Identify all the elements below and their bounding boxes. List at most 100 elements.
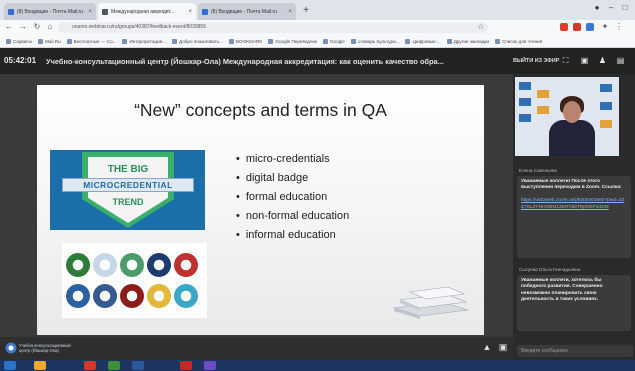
bookmark-icon	[494, 38, 500, 44]
bookmark-icon	[38, 38, 44, 44]
zoom-link[interactable]: https://us02web.zoom.us/j/8300401560?pwd…	[521, 198, 624, 209]
pdf-icon[interactable]	[180, 361, 192, 370]
bookmark-icon	[446, 38, 452, 44]
speaker-face	[563, 101, 581, 123]
bookmark-item[interactable]: Интерпретация...	[122, 38, 166, 44]
chat-message-text: Уважаемые коллеги! После этого выступлен…	[521, 179, 622, 191]
word-icon[interactable]	[132, 361, 144, 370]
logo-seal	[120, 253, 144, 277]
meeting-bottom-bar	[0, 337, 513, 360]
bullet-item: informal education	[236, 226, 349, 245]
close-icon[interactable]: ×	[288, 9, 292, 15]
tab-label: (8) Входящие - Почта Mail.ru	[17, 8, 83, 15]
bookmark-item[interactable]: Mail.Ru	[38, 38, 61, 44]
bullet-item: formal education	[236, 188, 349, 207]
tab-webinar[interactable]: Международная аккредит... ×	[98, 3, 196, 20]
settings-icon[interactable]: ▤	[616, 56, 625, 65]
badge-text-bottom: TREND	[112, 197, 144, 207]
backdrop-logo	[519, 114, 531, 122]
tab-mail-2[interactable]: (8) Входящие - Почта Mail.ru ×	[198, 3, 296, 20]
chat-author: Сысуева Ольга Геннадьевна	[519, 267, 581, 272]
bookmark-item[interactable]: Другие закладки	[446, 38, 489, 44]
star-icon[interactable]: ☆	[476, 22, 486, 32]
back-icon[interactable]: ←	[4, 22, 14, 32]
screen-share-icon[interactable]: ▣	[580, 56, 589, 65]
logo-seal	[147, 284, 171, 308]
logo-seal	[174, 284, 198, 308]
profile-icon[interactable]: ●	[592, 3, 602, 13]
meeting-timer: 05:42:01	[4, 56, 37, 65]
extension-icon[interactable]	[573, 23, 581, 31]
slide-title: “New” concepts and terms in QA	[134, 100, 387, 120]
bookmark-icon	[172, 38, 178, 44]
app-icon[interactable]	[204, 361, 216, 370]
close-icon[interactable]: ×	[188, 9, 192, 15]
backdrop-logo	[537, 90, 549, 98]
start-icon[interactable]	[4, 361, 16, 370]
search-icon[interactable]	[34, 361, 46, 370]
fullscreen-icon[interactable]: ⛶	[561, 56, 570, 65]
bookmarks-bar: Сервисы Mail.Ru Бесплатные — Co... Интер…	[0, 35, 635, 48]
bullet-item: micro-credentials	[236, 150, 349, 169]
tab-label: Международная аккредит...	[111, 8, 175, 15]
org-logo-icon	[5, 342, 17, 354]
explorer-icon[interactable]	[108, 361, 120, 370]
bookmark-icon	[322, 38, 328, 44]
bookmark-icon	[6, 38, 11, 44]
maximize-icon[interactable]: □	[620, 3, 630, 13]
backdrop-logo	[519, 98, 531, 106]
chrome-icon[interactable]	[84, 361, 96, 370]
org-name: Учебно-консультационный центр (Йошкар-Ол…	[19, 343, 71, 353]
logo-seal	[66, 253, 90, 277]
chat-message: Уважаемые коллеги, хотелось бы победного…	[517, 275, 631, 331]
home-icon[interactable]: ⌂	[45, 22, 55, 32]
slide-bullet-list: micro-credentials digital badge formal e…	[236, 150, 349, 245]
bookmark-item[interactable]: Google Переводчик	[268, 38, 317, 44]
bullet-item: non-formal education	[236, 207, 349, 226]
bookmark-item[interactable]: Google	[322, 38, 345, 44]
tab-label: (8) Входящие - Почта Mail.ru	[211, 8, 277, 15]
bookmark-item[interactable]: Сервисы	[6, 38, 32, 44]
bookmark-item[interactable]: BOOKMARK	[228, 38, 262, 44]
speaker-body	[549, 120, 595, 156]
bookmark-icon	[405, 38, 411, 44]
backdrop-logo	[537, 106, 549, 114]
meeting-title: Учебно-консультационный центр (Йошкар-Ол…	[46, 57, 444, 66]
bookmark-item[interactable]: Бесплатные — Co...	[66, 38, 116, 44]
badge-text-middle: MICROCREDENTIAL	[83, 180, 173, 190]
mail-icon	[8, 8, 14, 15]
forward-icon[interactable]: →	[18, 22, 28, 32]
backdrop-logo	[519, 82, 531, 90]
new-tab-button[interactable]: +	[300, 5, 312, 17]
bullet-item: digital badge	[236, 169, 349, 188]
badge-text-top: THE BIG	[107, 164, 149, 175]
user-icon[interactable]: ♟	[598, 56, 607, 65]
puzzle-icon[interactable]: ✦	[600, 22, 610, 32]
logo-seal	[93, 253, 117, 277]
bookmark-item[interactable]: словарь Культура...	[350, 38, 399, 44]
bookmark-icon	[350, 38, 356, 44]
backdrop-logo	[600, 102, 612, 110]
chat-message: Уважаемые коллеги! После этого выступлен…	[517, 176, 631, 258]
exit-button[interactable]: ВЫЙТИ ИЗ ЭФИР	[513, 58, 559, 64]
menu-icon[interactable]: ⋮	[614, 22, 624, 32]
close-icon[interactable]: ×	[88, 9, 92, 15]
screen-icon[interactable]: ▣	[498, 342, 508, 352]
upload-icon[interactable]: ▲	[482, 342, 492, 352]
bookmark-icon	[228, 38, 234, 44]
bookmark-icon	[268, 38, 274, 44]
url-field[interactable]: unamo.webinar.ru/ru/groups/40387/feedbac…	[58, 22, 488, 33]
reload-icon[interactable]: ↻	[32, 22, 42, 32]
bookmark-item[interactable]: Цифровые ...	[405, 38, 441, 44]
tab-mail-1[interactable]: (8) Входящие - Почта Mail.ru ×	[4, 3, 96, 20]
logo-seal	[66, 284, 90, 308]
backdrop-logo	[600, 120, 612, 128]
chat-input[interactable]: Введите сообщение	[517, 345, 633, 357]
bookmark-item[interactable]: Добро пожаловать...	[172, 38, 223, 44]
extension-icon[interactable]	[586, 23, 594, 31]
bookmark-icon	[66, 38, 72, 44]
bookmark-item[interactable]: Список для чтения	[494, 38, 542, 44]
minimize-icon[interactable]: –	[606, 3, 616, 13]
logo-seal	[174, 253, 198, 277]
extension-icon[interactable]	[560, 23, 568, 31]
